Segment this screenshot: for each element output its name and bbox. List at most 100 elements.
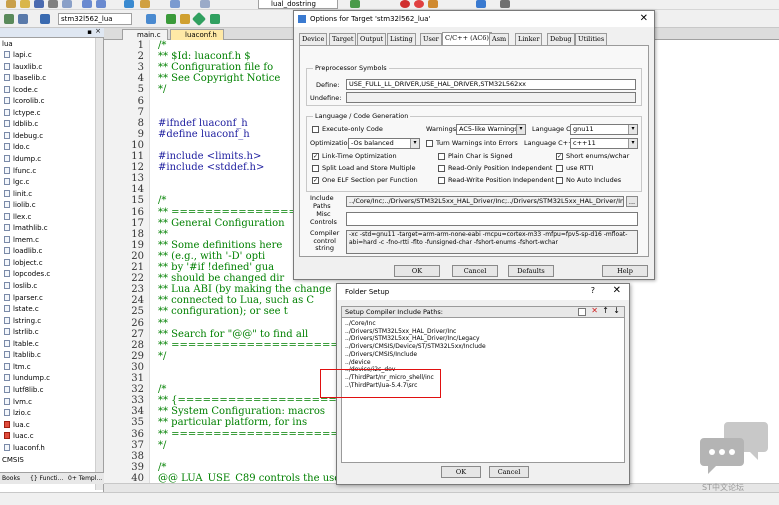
- include-browse-button[interactable]: ...: [626, 196, 638, 207]
- project-file[interactable]: lparser.c: [4, 293, 43, 304]
- green-diamond-icon[interactable]: [191, 11, 207, 27]
- include-path-item[interactable]: ../Core/Inc: [345, 320, 376, 328]
- no-auto-checkbox[interactable]: [556, 177, 563, 184]
- tab-user[interactable]: User: [420, 33, 442, 45]
- open-file-icon[interactable]: [20, 0, 30, 8]
- rebuild-icon[interactable]: [18, 14, 28, 24]
- window-icon[interactable]: [476, 0, 486, 8]
- close-icon[interactable]: ✕: [640, 11, 648, 27]
- project-file[interactable]: linit.c: [4, 189, 32, 200]
- target-select[interactable]: stm32l562_lua: [58, 13, 132, 25]
- link-time-checkbox[interactable]: ✓: [312, 153, 319, 160]
- tab-output[interactable]: Output: [357, 33, 387, 45]
- project-file[interactable]: llex.c: [4, 212, 31, 223]
- tab-target[interactable]: Target: [329, 33, 357, 45]
- turn-warnings-checkbox[interactable]: [426, 140, 433, 147]
- tab-debug[interactable]: Debug: [547, 33, 575, 45]
- project-file[interactable]: lstate.c: [4, 304, 39, 315]
- pin-icon[interactable]: ▪: [87, 28, 92, 36]
- define-field[interactable]: USE_FULL_LL_DRIVER,USE_HAL_DRIVER,STM32L…: [346, 79, 636, 90]
- project-file[interactable]: lfunc.c: [4, 166, 36, 177]
- undefine-field[interactable]: [346, 92, 636, 103]
- redo-icon[interactable]: [96, 0, 106, 8]
- project-file[interactable]: lauxlib.c: [4, 62, 42, 73]
- copy-icon[interactable]: [62, 0, 72, 8]
- close-pane-icon[interactable]: ×: [95, 27, 101, 35]
- config-icon[interactable]: [428, 0, 438, 8]
- project-file[interactable]: lvm.c: [4, 397, 32, 408]
- indent-icon[interactable]: [170, 0, 180, 8]
- new-folder-icon[interactable]: [578, 308, 586, 316]
- tab-main-c[interactable]: main.c: [122, 29, 168, 40]
- read-write-pi-checkbox[interactable]: [438, 177, 445, 184]
- project-file[interactable]: ltablib.c: [4, 350, 41, 361]
- tab-utilities[interactable]: Utilities: [575, 33, 608, 45]
- cancel-button[interactable]: Cancel: [452, 265, 498, 277]
- include-path-item[interactable]: ../Drivers/STM32L5xx_HAL_Driver/Inc/Lega…: [345, 335, 480, 343]
- include-path-item[interactable]: ../device: [345, 359, 371, 367]
- read-only-pi-checkbox[interactable]: [438, 165, 445, 172]
- undo-icon[interactable]: [82, 0, 92, 8]
- project-scrollbar[interactable]: [95, 38, 103, 490]
- project-file[interactable]: lapi.c: [4, 50, 32, 61]
- pack-installer-icon[interactable]: [180, 14, 190, 24]
- project-file[interactable]: liolib.c: [4, 200, 36, 211]
- find-icon[interactable]: [140, 0, 150, 8]
- project-file[interactable]: lcode.c: [4, 85, 38, 96]
- ok-button[interactable]: OK: [394, 265, 440, 277]
- tab-device[interactable]: Device: [299, 33, 328, 45]
- project-file[interactable]: lobject.c: [4, 258, 43, 269]
- include-paths-field[interactable]: ../Core/Inc;../Drivers/STM32L5xx_HAL_Dri…: [346, 196, 624, 207]
- defaults-button[interactable]: Defaults: [508, 265, 554, 277]
- project-file[interactable]: lutf8lib.c: [4, 385, 43, 396]
- project-root[interactable]: lua: [2, 39, 13, 50]
- tab-functions[interactable]: {} Functi...: [30, 473, 63, 484]
- project-file[interactable]: lmathlib.c: [4, 223, 48, 234]
- include-path-item[interactable]: ../Drivers/CMSIS/Include: [345, 351, 417, 359]
- comment-icon[interactable]: [200, 0, 210, 8]
- new-file-icon[interactable]: [6, 0, 16, 8]
- manage-components-icon[interactable]: [166, 14, 176, 24]
- tab-templates[interactable]: 0+ Templ...: [68, 473, 102, 484]
- use-rtti-checkbox[interactable]: [556, 165, 563, 172]
- project-file[interactable]: ltm.c: [4, 362, 31, 373]
- tab-books[interactable]: Books: [2, 473, 20, 484]
- misc-controls-field[interactable]: [346, 212, 638, 226]
- tab-luaconf-h[interactable]: luaconf.h: [170, 29, 224, 40]
- tools-icon[interactable]: [500, 0, 510, 8]
- project-file[interactable]: loslib.c: [4, 281, 37, 292]
- project-file[interactable]: lcorolib.c: [4, 96, 45, 107]
- folder-ok-button[interactable]: OK: [441, 466, 481, 478]
- tab-c-cpp[interactable]: C/C++ (AC6): [442, 32, 492, 46]
- split-load-checkbox[interactable]: [312, 165, 319, 172]
- stop-icon[interactable]: [400, 0, 410, 8]
- warnings-select[interactable]: AC5-like Warnings: [456, 124, 526, 135]
- short-enums-checkbox[interactable]: ✓: [556, 153, 563, 160]
- execute-only-checkbox[interactable]: [312, 126, 319, 133]
- project-file[interactable]: luaconf.h: [4, 443, 45, 454]
- move-down-icon[interactable]: ↓: [613, 306, 620, 316]
- tab-listing[interactable]: Listing: [387, 33, 416, 45]
- function-select[interactable]: lual_dostring: [258, 0, 338, 9]
- project-file[interactable]: ltable.c: [4, 339, 39, 350]
- tab-linker[interactable]: Linker: [515, 33, 543, 45]
- project-file[interactable]: ldblib.c: [4, 119, 38, 130]
- one-elf-checkbox[interactable]: ✓: [312, 177, 319, 184]
- include-path-item[interactable]: ../Drivers/CMSIS/Device/ST/STM32L5xx/Inc…: [345, 343, 486, 351]
- target-options-icon[interactable]: [146, 14, 156, 24]
- project-file[interactable]: loadlib.c: [4, 246, 42, 257]
- debug-icon[interactable]: [350, 0, 360, 8]
- close-icon[interactable]: ✕: [613, 285, 621, 296]
- project-file[interactable]: lgc.c: [4, 177, 29, 188]
- optimization-select[interactable]: -Os balanced: [348, 138, 420, 149]
- project-file[interactable]: lua.c: [4, 420, 30, 431]
- cut-icon[interactable]: [48, 0, 58, 8]
- manage-runtime-icon[interactable]: [210, 14, 220, 24]
- load-icon[interactable]: [40, 14, 50, 24]
- project-file[interactable]: lundump.c: [4, 373, 50, 384]
- project-file[interactable]: lctype.c: [4, 108, 41, 119]
- move-up-icon[interactable]: ↑: [602, 306, 609, 316]
- project-file[interactable]: luac.c: [4, 431, 34, 442]
- group-cmsis[interactable]: CMSIS: [2, 455, 24, 466]
- save-icon[interactable]: [34, 0, 44, 8]
